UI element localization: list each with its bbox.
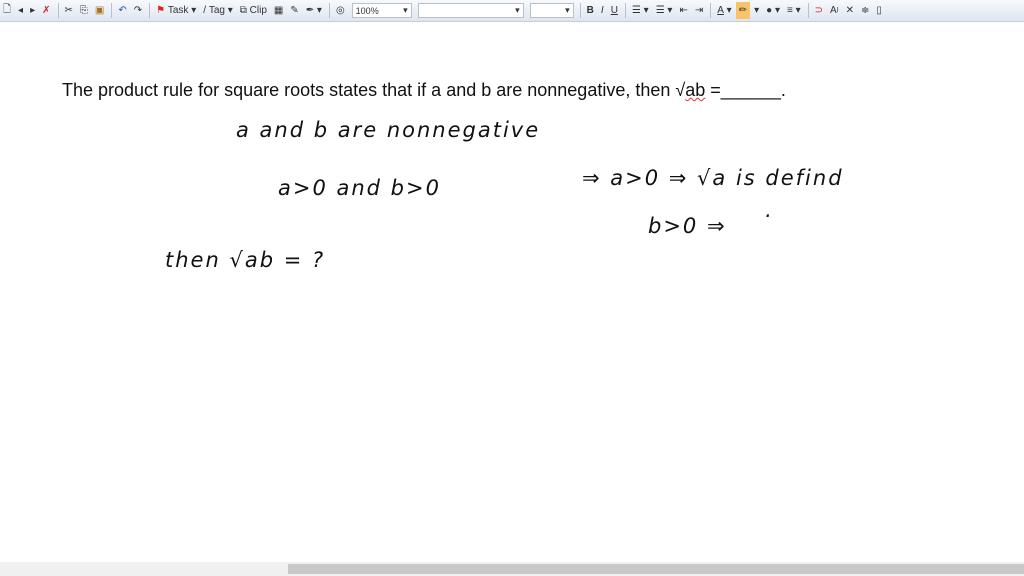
divider — [57, 3, 59, 18]
bold-button[interactable]: B — [584, 2, 597, 19]
question-text: The product rule for square roots states… — [62, 80, 786, 101]
decrease-indent-icon[interactable]: ⇤ — [676, 2, 690, 19]
tag-icon: / — [203, 5, 207, 16]
question-after: =______. — [705, 80, 786, 100]
pen-tools-icon[interactable]: ✎ — [287, 2, 301, 19]
horizontal-scrollbar[interactable] — [0, 562, 1024, 576]
new-page-icon[interactable]: 🗋 — [0, 2, 14, 19]
divider — [624, 3, 626, 18]
underline-button[interactable]: U — [608, 2, 621, 19]
delete-page-icon[interactable]: ✗ — [39, 2, 53, 19]
line-weight-icon[interactable]: ≡ ▾ — [784, 2, 804, 19]
flag-icon: ⚑ — [156, 5, 166, 16]
pen-color-icon[interactable]: ✏ — [735, 2, 751, 19]
font-select[interactable]: ▾ — [417, 3, 524, 18]
chevron-down-icon: ▾ — [565, 5, 570, 15]
tag-button[interactable]: / Tag ▾ — [200, 2, 236, 19]
undo-icon[interactable]: ↶ — [115, 2, 129, 19]
italic-button[interactable]: I — [598, 2, 607, 19]
ink-dot: · — [764, 204, 773, 228]
zoom-select[interactable]: 100% ▾ — [351, 3, 412, 18]
divider — [710, 3, 712, 18]
divider — [111, 3, 113, 18]
question-ab: ab — [685, 80, 706, 100]
divider — [579, 3, 581, 18]
ink-line-2: a>0 and b>0 — [278, 176, 441, 200]
divider — [328, 3, 330, 18]
note-page[interactable]: The product rule for square roots states… — [0, 22, 1024, 562]
page-icon[interactable]: ▯ — [873, 2, 885, 19]
lasso-icon[interactable]: ⊃ — [812, 2, 826, 19]
chevron-down-icon: ▾ — [515, 5, 520, 15]
task-label: Task — [167, 5, 189, 16]
ink-line-3: ⇒ a>0 ⇒ √a is defind — [582, 166, 844, 190]
divider — [807, 3, 809, 18]
bullets-icon[interactable]: ☰ ▾ — [629, 2, 652, 19]
divider — [149, 3, 151, 18]
chevron-down-icon: ▾ — [403, 5, 408, 15]
tag-label: Tag — [208, 5, 225, 16]
circle-icon[interactable]: ◎ — [333, 2, 348, 19]
task-button[interactable]: ⚑ Task ▾ — [153, 2, 199, 19]
table-icon[interactable]: ▦ — [271, 2, 286, 19]
ink-line-4: b>0 ⇒ — [648, 214, 727, 238]
zoom-value: 100% — [355, 5, 379, 16]
clip-label: Clip — [249, 5, 267, 16]
ink-line-1: a and b are nonnegative — [236, 118, 541, 142]
clip-button[interactable]: ⧉ Clip — [237, 2, 270, 19]
font-color-icon: A — [717, 5, 724, 16]
ink-line-5: then √ab = ? — [165, 248, 326, 272]
superscript-button[interactable]: AI — [827, 2, 842, 19]
forward-icon[interactable]: ▸ — [27, 2, 38, 19]
numbering-icon[interactable]: ☰ ▾ — [653, 2, 676, 19]
cut-icon[interactable]: ✂ — [62, 2, 76, 19]
chevron-down-icon[interactable]: ▾ — [751, 2, 762, 19]
scrollbar-thumb[interactable] — [288, 564, 1024, 574]
copy-icon[interactable]: ⎘ — [77, 2, 91, 19]
redo-icon[interactable]: ↷ — [131, 2, 145, 19]
marker-icon[interactable]: ✒ ▾ — [303, 2, 325, 19]
back-icon[interactable]: ◂ — [15, 2, 26, 19]
question-before: The product rule for square roots states… — [62, 80, 686, 100]
superscript-icon: A — [830, 5, 837, 16]
toolbar: 🗋 ◂ ▸ ✗ ✂ ⎘ ▣ ↶ ↷ ⚑ Task ▾ / Tag ▾ ⧉ Cli… — [0, 0, 1024, 22]
clip-icon: ⧉ — [239, 5, 247, 16]
insert-space-icon[interactable]: ≑ — [858, 2, 872, 19]
font-color-button[interactable]: A ▾ — [714, 2, 734, 19]
paste-icon[interactable]: ▣ — [92, 2, 107, 19]
color-picker-icon[interactable]: ● ▾ — [763, 2, 783, 19]
increase-indent-icon[interactable]: ⇥ — [692, 2, 706, 19]
font-size-select[interactable]: ▾ — [529, 3, 574, 18]
eraser-icon[interactable]: ✕ — [843, 2, 857, 19]
